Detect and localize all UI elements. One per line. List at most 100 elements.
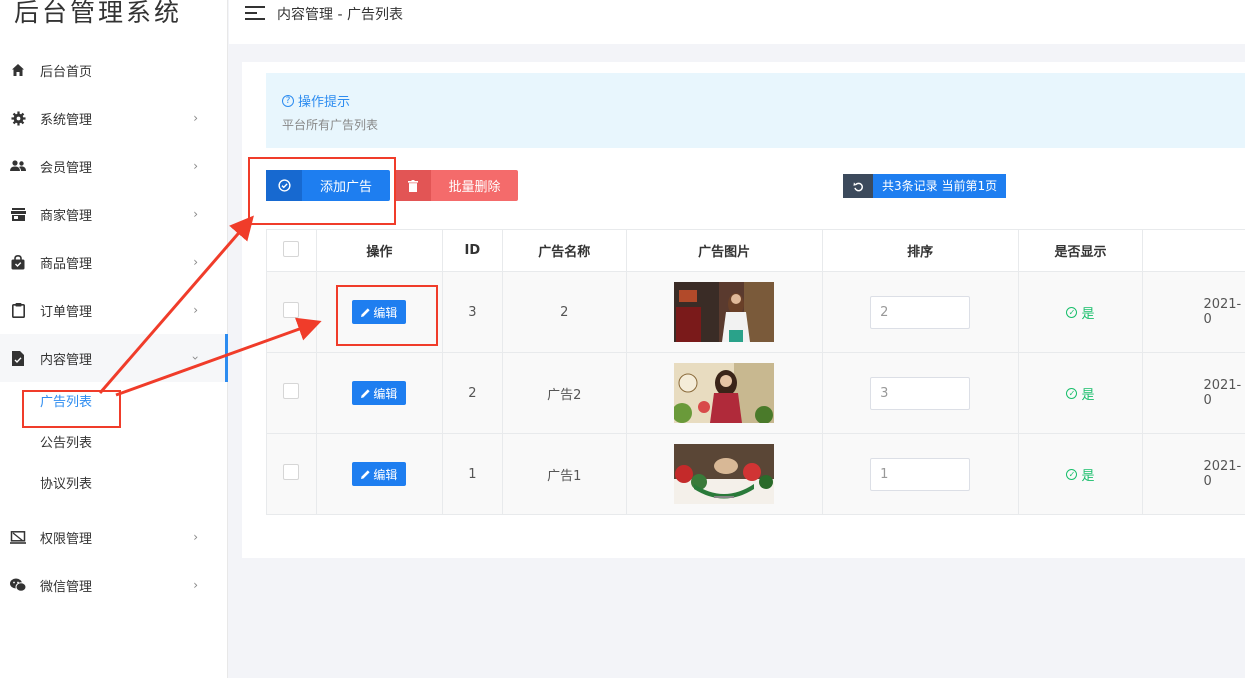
record-count-text: 共3条记录 当前第1页	[882, 179, 998, 193]
sidebar-item-content[interactable]: 内容管理 ›	[0, 334, 228, 382]
column-header-date	[1142, 229, 1245, 272]
column-header: 是否显示	[1018, 229, 1144, 272]
cell-date: 2021-0	[1142, 352, 1245, 434]
sidebar-item-label: 商家管理	[40, 208, 93, 224]
check-circle-icon: ✓	[1066, 468, 1078, 480]
submenu-item-agreement-list[interactable]: 协议列表	[0, 464, 228, 505]
show-status: ✓ 是	[1066, 303, 1095, 322]
cell-id: 2	[442, 352, 503, 434]
top-header: 内容管理 - 广告列表	[229, 0, 1245, 44]
pencil-icon	[361, 388, 371, 398]
show-status: ✓ 是	[1066, 465, 1095, 484]
cell-name: 广告2	[502, 352, 627, 434]
app-logo: 后台管理系统	[14, 0, 183, 27]
sidebar-item-label: 内容管理	[40, 352, 93, 368]
table-row: 编辑 3 2 ✓是 2021-0	[266, 271, 1245, 353]
row-checkbox[interactable]	[283, 464, 300, 480]
sidebar-item-wechat[interactable]: 微信管理 ›	[0, 561, 228, 609]
chevron-down-icon: ›	[188, 355, 203, 361]
show-status-text: 是	[1081, 306, 1095, 322]
column-header: 广告名称	[502, 229, 627, 272]
column-header: 广告图片	[626, 229, 823, 272]
sidebar-item-label: 权限管理	[40, 531, 93, 547]
column-header: 操作	[316, 229, 443, 272]
column-header: ID	[442, 229, 503, 272]
sidebar-item-label: 微信管理	[40, 579, 93, 595]
document-icon	[10, 350, 26, 366]
menu-toggle-icon[interactable]	[245, 6, 265, 22]
cell-id: 1	[442, 433, 503, 515]
edit-button[interactable]: 编辑	[352, 300, 407, 324]
cell-id: 3	[442, 271, 503, 353]
sidebar-item-home[interactable]: 后台首页	[0, 46, 228, 94]
sidebar-item-merchants[interactable]: 商家管理 ›	[0, 190, 228, 238]
column-header: 排序	[822, 229, 1019, 272]
submenu-item-notice-list[interactable]: 公告列表	[0, 423, 228, 464]
check-circle-icon: ✓	[1066, 387, 1078, 399]
sidebar-item-label: 后台首页	[40, 64, 93, 80]
bag-icon	[10, 254, 26, 270]
edit-button[interactable]: 编辑	[352, 462, 407, 486]
ad-image-thumbnail[interactable]	[674, 444, 775, 504]
clipboard-icon	[10, 302, 26, 318]
sidebar-item-products[interactable]: 商品管理 ›	[0, 238, 228, 286]
pencil-icon	[361, 469, 371, 479]
sidebar-menu: 后台首页 系统管理 › 会员管理 › 商家管理 › 商品管理 › 订单管理 › …	[0, 46, 228, 609]
edit-label: 编辑	[373, 386, 398, 401]
cell-name: 2	[502, 271, 627, 353]
batch-delete-label: 批量删除	[448, 180, 501, 195]
chevron-right-icon: ›	[193, 255, 198, 269]
record-count-badge[interactable]: 共3条记录 当前第1页	[843, 174, 1007, 198]
tip-title-text: 操作提示	[298, 95, 351, 110]
sidebar-item-permissions[interactable]: 权限管理 ›	[0, 513, 228, 561]
batch-delete-button[interactable]: 批量删除	[395, 170, 518, 201]
table-row: 编辑 2 广告2 ✓是 2021-0	[266, 352, 1245, 434]
cell-date: 2021-0	[1142, 271, 1245, 353]
select-all-checkbox[interactable]	[283, 240, 300, 257]
row-checkbox[interactable]	[283, 302, 300, 318]
sidebar-item-label: 订单管理	[40, 304, 93, 320]
row-checkbox[interactable]	[283, 383, 300, 399]
sort-input[interactable]	[870, 295, 971, 329]
show-status: ✓ 是	[1066, 384, 1095, 403]
add-ad-button[interactable]: 添加广告	[266, 170, 390, 201]
chevron-right-icon: ›	[193, 530, 198, 544]
ad-image-thumbnail[interactable]	[674, 363, 775, 423]
check-circle-icon: ✓	[1066, 306, 1078, 318]
pencil-icon	[361, 307, 371, 317]
wechat-icon	[10, 577, 26, 593]
show-status-text: 是	[1081, 468, 1095, 484]
monitor-icon	[10, 529, 26, 545]
sidebar-item-members[interactable]: 会员管理 ›	[0, 142, 228, 190]
users-icon	[10, 158, 26, 174]
cell-name: 广告1	[502, 433, 627, 515]
store-icon	[10, 206, 26, 222]
sidebar-item-label: 会员管理	[40, 160, 93, 176]
tip-description: 平台所有广告列表	[282, 118, 379, 132]
select-all-cell	[266, 229, 317, 272]
trash-icon	[395, 170, 431, 201]
breadcrumb: 内容管理 - 广告列表	[277, 7, 403, 23]
chevron-right-icon: ›	[193, 111, 198, 125]
submenu-item-ad-list[interactable]: 广告列表	[0, 382, 228, 423]
edit-label: 编辑	[373, 467, 398, 482]
sort-input[interactable]	[870, 376, 971, 410]
tip-title: ? 操作提示	[282, 91, 350, 110]
check-circle-icon	[266, 170, 302, 201]
chevron-right-icon: ›	[193, 159, 198, 173]
sort-input[interactable]	[870, 457, 971, 491]
sidebar-item-label: 商品管理	[40, 256, 93, 272]
show-status-text: 是	[1081, 387, 1095, 403]
sidebar-item-orders[interactable]: 订单管理 ›	[0, 286, 228, 334]
question-icon: ?	[282, 94, 294, 107]
content-panel: ? 操作提示 平台所有广告列表 添加广告 批量删除 共3条记录 当前第1页 操作	[242, 62, 1245, 558]
refresh-icon	[843, 174, 873, 198]
ad-image-thumbnail[interactable]	[674, 282, 775, 342]
sidebar-item-system[interactable]: 系统管理 ›	[0, 94, 228, 142]
gear-icon	[10, 110, 26, 126]
sidebar: 后台管理系统 后台首页 系统管理 › 会员管理 › 商家管理 › 商品管理 › …	[0, 0, 228, 678]
edit-button[interactable]: 编辑	[352, 381, 407, 405]
home-icon	[10, 62, 26, 78]
sidebar-item-label: 系统管理	[40, 112, 93, 128]
add-ad-label: 添加广告	[319, 180, 372, 195]
